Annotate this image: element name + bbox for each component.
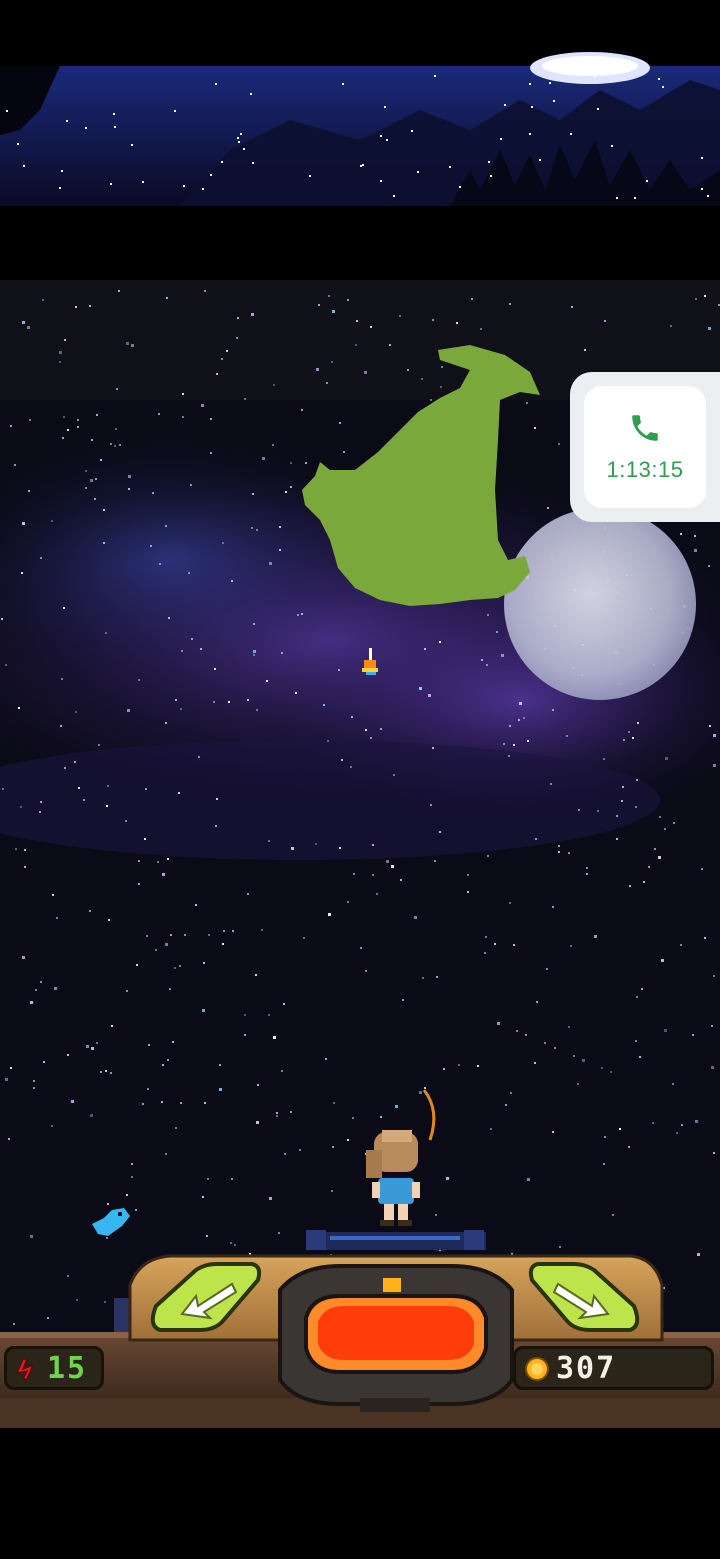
phone-icon: [632, 415, 658, 441]
ongoing-call-indicator[interactable]: 1:13:15: [570, 372, 720, 522]
coin-counter: 307: [513, 1346, 714, 1390]
game-scene: [0, 52, 720, 1428]
platform-light: [306, 1230, 486, 1250]
cast-button[interactable]: [304, 1294, 488, 1374]
top-sky-band: [0, 52, 720, 206]
energy-counter: 15: [4, 1346, 104, 1390]
coin-value: 307: [556, 1351, 617, 1386]
call-card[interactable]: 1:13:15: [584, 386, 706, 508]
call-duration: 1:13:15: [606, 457, 684, 482]
energy-icon: [15, 1358, 35, 1380]
coin-icon: [525, 1357, 549, 1381]
energy-value: 15: [47, 1351, 88, 1386]
black-band: [0, 206, 720, 280]
moon: [504, 508, 696, 700]
